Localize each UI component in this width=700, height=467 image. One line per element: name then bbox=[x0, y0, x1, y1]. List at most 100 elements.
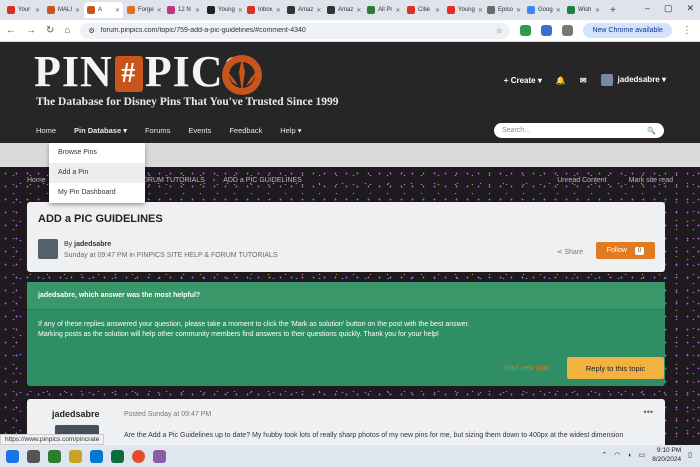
store-icon[interactable] bbox=[111, 449, 124, 463]
maximize-icon[interactable]: ▢ bbox=[664, 3, 673, 14]
browser-tab[interactable]: Citie ✕ bbox=[404, 2, 443, 18]
forward-icon[interactable]: → bbox=[26, 25, 36, 36]
browser-menu-icon[interactable]: ⋮ bbox=[682, 25, 692, 36]
close-tab-icon[interactable]: ✕ bbox=[595, 7, 600, 14]
close-tab-icon[interactable]: ✕ bbox=[395, 7, 400, 14]
status-url-tooltip: https://www.pinpics.com/pincrate bbox=[0, 434, 105, 445]
close-tab-icon[interactable]: ✕ bbox=[35, 7, 40, 14]
reload-icon[interactable]: ↻ bbox=[46, 25, 54, 36]
nav-item[interactable]: Pin Database ▾ bbox=[74, 126, 127, 135]
browser-tab[interactable]: MALI ✕ bbox=[44, 2, 83, 18]
user-menu[interactable]: jadedsabre ▾ bbox=[600, 74, 666, 86]
close-window-icon[interactable]: ✕ bbox=[686, 3, 694, 14]
close-tab-icon[interactable]: ✕ bbox=[478, 7, 483, 14]
browser-tab[interactable]: Forge ✕ bbox=[124, 2, 163, 18]
volume-icon[interactable]: ◖ bbox=[627, 452, 631, 459]
search-icon[interactable]: 🔍 bbox=[647, 127, 656, 135]
battery-icon[interactable]: ▭ bbox=[639, 451, 646, 459]
post-menu-icon[interactable]: ••• bbox=[644, 407, 653, 417]
windows-taskbar bbox=[0, 445, 700, 467]
browser-tab[interactable]: Goog ✕ bbox=[524, 2, 563, 18]
topic-header-card: ADD a PIC GUIDELINES By jadedsabre Sunda… bbox=[27, 202, 665, 272]
back-icon[interactable]: ← bbox=[6, 25, 16, 36]
nav-item[interactable]: Home bbox=[36, 126, 56, 135]
mark-site-read-link[interactable]: Mark site read bbox=[629, 177, 673, 184]
gmail-icon bbox=[7, 6, 15, 14]
notifications-bell-icon[interactable]: 🔔 bbox=[556, 76, 566, 85]
browser-tab-strip: Your ✕ MALI ✕ A ✕ Forge ✕ 12 N ✕ Young ✕ Inbox ✕ Amaz ✕… bbox=[0, 0, 700, 20]
browser-tab[interactable]: Episo ✕ bbox=[484, 2, 523, 18]
close-tab-icon[interactable]: ✕ bbox=[157, 7, 162, 14]
browser-tab[interactable]: Amaz ✕ bbox=[284, 2, 323, 18]
dropdown-menu-item[interactable]: Add a Pin bbox=[49, 163, 145, 183]
home-icon[interactable]: ⌂ bbox=[64, 25, 70, 36]
close-tab-icon[interactable]: ✕ bbox=[195, 7, 200, 14]
messages-envelope-icon[interactable]: ✉ bbox=[580, 76, 587, 85]
site-info-icon[interactable]: ⚙ bbox=[88, 27, 94, 35]
close-tab-icon[interactable]: ✕ bbox=[115, 7, 120, 14]
nav-item[interactable]: Events bbox=[188, 126, 211, 135]
address-bar-row: ← → ↻ ⌂ ⚙ forum.pinpics.com/topic/759-ad… bbox=[0, 20, 700, 42]
url-field[interactable]: ⚙ forum.pinpics.com/topic/759-add-a-pic-… bbox=[80, 22, 511, 39]
new-tab-icon[interactable]: + bbox=[610, 5, 616, 16]
avatar[interactable] bbox=[38, 239, 58, 259]
browser-tab-label: Wish bbox=[578, 7, 592, 13]
nav-item[interactable]: Forums bbox=[145, 126, 170, 135]
amazon-icon bbox=[327, 6, 335, 14]
browser-tab[interactable]: 12 N ✕ bbox=[164, 2, 203, 18]
browser-tab-label: 12 N bbox=[178, 7, 191, 13]
browser-tab-label: Amaz bbox=[338, 7, 354, 13]
search-input[interactable]: Search... 🔍 bbox=[494, 123, 664, 138]
widgets-icon[interactable] bbox=[48, 449, 61, 463]
browser-tab[interactable]: All Pr ✕ bbox=[364, 2, 403, 18]
browser-tab-label: Your bbox=[18, 7, 31, 13]
close-tab-icon[interactable]: ✕ bbox=[316, 7, 321, 14]
task-view-icon[interactable] bbox=[27, 449, 40, 463]
browser-tab[interactable]: Amaz ✕ bbox=[324, 2, 363, 18]
browser-tab-label: Citie bbox=[418, 7, 431, 13]
extension-icon[interactable] bbox=[520, 25, 532, 36]
close-tab-icon[interactable]: ✕ bbox=[356, 7, 361, 14]
breadcrumb-item[interactable]: ADD a PIC GUIDELINES bbox=[223, 177, 302, 184]
browser-tab[interactable]: Young ✕ bbox=[444, 2, 483, 18]
extensions-puzzle-icon[interactable] bbox=[562, 25, 574, 36]
notifications-icon[interactable]: ▯ bbox=[688, 451, 692, 459]
browser-tab[interactable]: Your ✕ bbox=[4, 2, 43, 18]
bookmark-star-icon[interactable]: ☆ bbox=[496, 27, 502, 35]
chrome-update-button[interactable]: New Chrome available bbox=[583, 23, 672, 38]
start-new-topic-link[interactable]: Start new topic bbox=[504, 365, 550, 372]
close-tab-icon[interactable]: ✕ bbox=[238, 7, 243, 14]
close-tab-icon[interactable]: ✕ bbox=[516, 7, 521, 14]
dropdown-menu-item[interactable]: My Pin Dashboard bbox=[49, 183, 145, 203]
extension-icon[interactable] bbox=[541, 25, 553, 36]
nav-item[interactable]: Help ▾ bbox=[280, 126, 301, 135]
edge-icon[interactable] bbox=[90, 449, 103, 463]
browser-tab[interactable]: Young ✕ bbox=[204, 2, 243, 18]
windows-start-icon[interactable] bbox=[6, 449, 19, 463]
close-tab-icon[interactable]: ✕ bbox=[276, 7, 281, 14]
close-tab-icon[interactable]: ✕ bbox=[556, 7, 561, 14]
photos-icon[interactable] bbox=[153, 449, 166, 463]
reply-to-topic-button[interactable]: Reply to this topic bbox=[567, 357, 664, 379]
minimize-icon[interactable]: – bbox=[645, 3, 650, 14]
nav-item[interactable]: Feedback bbox=[229, 126, 262, 135]
create-button[interactable]: + Create ▾ bbox=[504, 76, 542, 85]
docs-icon bbox=[527, 6, 535, 14]
chrome-icon[interactable] bbox=[132, 449, 145, 463]
clock[interactable]: 9:10 PM 8/20/2024 bbox=[652, 446, 681, 464]
author-link[interactable]: jadedsabre bbox=[74, 241, 111, 248]
browser-tab[interactable]: Inbox ✕ bbox=[244, 2, 283, 18]
close-tab-icon[interactable]: ✕ bbox=[75, 7, 80, 14]
post-author[interactable]: jadedsabre bbox=[52, 409, 100, 419]
share-button[interactable]: ⋖ Share bbox=[557, 248, 584, 256]
close-tab-icon[interactable]: ✕ bbox=[435, 7, 440, 14]
follow-button[interactable]: Follow 0 bbox=[596, 242, 655, 259]
chevron-up-icon[interactable]: ⌃ bbox=[601, 451, 607, 459]
file-explorer-icon[interactable] bbox=[69, 449, 82, 463]
browser-tab[interactable]: A ✕ bbox=[84, 2, 123, 18]
wifi-icon[interactable]: ◠ bbox=[614, 451, 620, 459]
browser-tab[interactable]: Wish ✕ bbox=[564, 2, 603, 18]
unread-content-link[interactable]: Unread Content bbox=[557, 177, 606, 184]
breadcrumb-item[interactable]: Home bbox=[27, 177, 46, 184]
dropdown-menu-item[interactable]: Browse Pins bbox=[49, 143, 145, 163]
